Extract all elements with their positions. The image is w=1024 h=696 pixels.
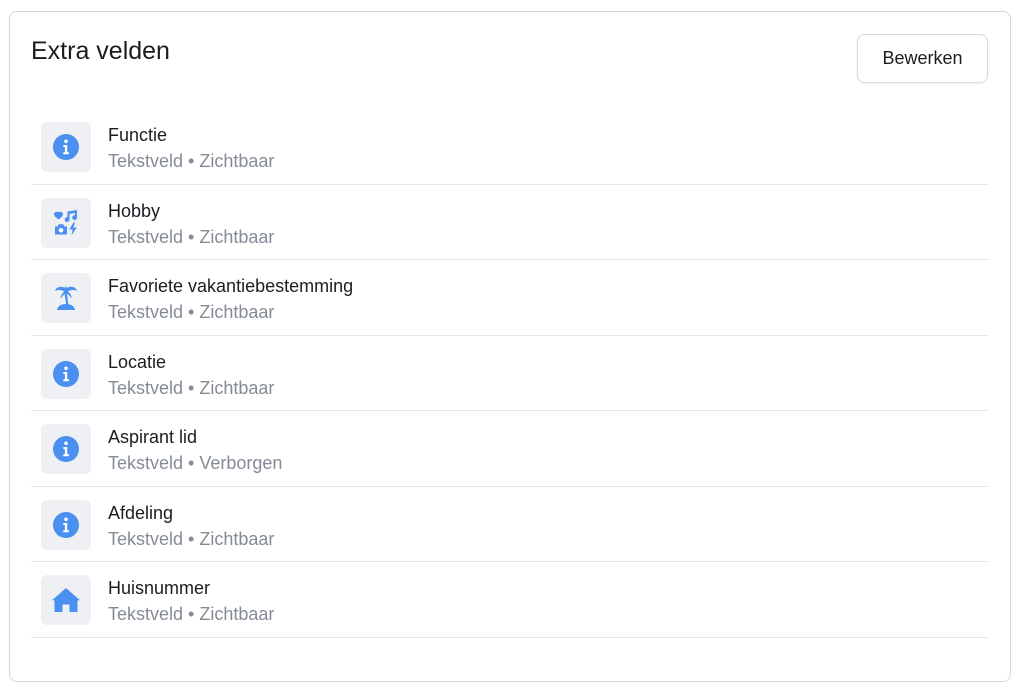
field-icon-box [41,273,91,323]
field-meta: Tekstveld • Zichtbaar [108,150,274,172]
field-visibility: Zichtbaar [199,302,275,322]
field-list: Functie Tekstveld • Zichtbaar Hobby Teks… [31,109,989,638]
field-visibility: Zichtbaar [199,377,275,398]
field-name: Functie [108,125,168,145]
field-name: Favoriete vakantiebestemming [108,276,354,296]
meta-separator: • [183,604,200,624]
field-type: Tekstveld [108,377,184,398]
field-name: Aspirant lid [108,427,198,447]
field-item-5: Aspirant lid Tekstveld • Verborgen [31,411,989,487]
info-icon [52,435,80,463]
field-visibility: Zichtbaar [199,226,275,247]
field-type: Tekstveld [108,604,184,624]
field-icon-box [41,348,91,399]
field-visibility: Verborgen [199,453,283,473]
field-type: Tekstveld [108,453,184,473]
field-name: Afdeling [108,502,174,523]
field-visibility: Zichtbaar [199,151,275,171]
meta-separator: • [183,151,200,171]
field-type: Tekstveld [108,151,184,171]
info-icon [52,133,80,161]
edit-button[interactable]: Bewerken [857,34,988,83]
field-item-7: Huisnummer Tekstveld • Zichtbaar [31,562,989,638]
palm-tree-icon [52,284,80,312]
field-item-1: Functie Tekstveld • Zichtbaar [31,109,989,185]
field-name: Huisnummer [108,578,211,598]
field-meta: Tekstveld • Zichtbaar [108,226,274,248]
field-type: Tekstveld [108,226,184,247]
field-icon-box [41,197,91,248]
field-name: Hobby [108,200,161,221]
field-type: Tekstveld [108,528,184,549]
meta-separator: • [183,302,200,322]
field-type: Tekstveld [108,302,184,322]
hobby-icon [52,209,80,237]
field-item-6: Afdeling Tekstveld • Zichtbaar [31,487,989,562]
field-item-2: Hobby Tekstveld • Zichtbaar [31,185,989,260]
field-icon-box [41,575,91,625]
field-meta: Tekstveld • Zichtbaar [108,301,274,323]
info-icon [52,360,80,388]
house-icon [51,586,81,614]
extra-fields-card: Extra velden Bewerken Functie Tekstveld … [9,11,1011,682]
meta-separator: • [183,453,200,473]
field-name: Locatie [108,351,167,372]
card-title: Extra velden [31,37,170,65]
field-item-4: Locatie Tekstveld • Zichtbaar [31,336,989,411]
field-meta: Tekstveld • Zichtbaar [108,377,274,399]
field-icon-box [41,122,91,172]
field-visibility: Zichtbaar [199,528,275,549]
field-visibility: Zichtbaar [199,604,275,624]
field-icon-box [41,424,91,474]
meta-separator: • [183,528,200,549]
field-icon-box [41,499,91,550]
meta-separator: • [183,226,200,247]
meta-separator: • [183,377,200,398]
field-meta: Tekstveld • Zichtbaar [108,603,274,625]
field-item-3: Favoriete vakantiebestemming Tekstveld •… [31,260,989,336]
field-meta: Tekstveld • Verborgen [108,452,282,474]
field-meta: Tekstveld • Zichtbaar [108,528,274,550]
info-icon [52,511,80,539]
